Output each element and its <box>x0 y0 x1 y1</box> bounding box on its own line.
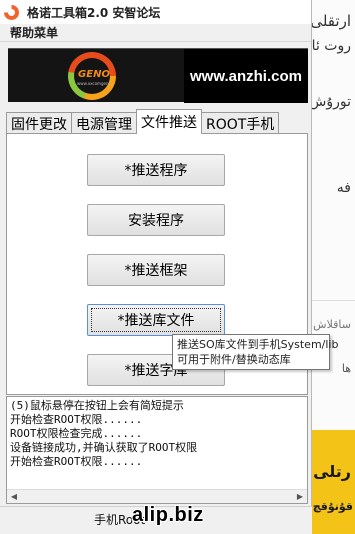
push-library-button[interactable]: *推送库文件 <box>87 304 225 336</box>
tooltip-line: 可用于附件/替换动态库 <box>177 353 291 366</box>
log-line: 开始检查ROOT权限...... <box>10 455 143 468</box>
background-banner <box>312 430 355 534</box>
background-text: تورۇش <box>309 94 351 110</box>
tooltip: 推送SO库文件到手机System/lib 可用于附件/替换动态库 <box>172 334 339 370</box>
background-text: ها <box>341 362 351 375</box>
menu-help[interactable]: 帮助菜单 <box>10 24 58 41</box>
header-banner: GENO www.xxcomgeno www.anzhi.com <box>8 48 308 103</box>
log-line: 设备链接成功,并确认获取了ROOT权限 <box>10 441 198 454</box>
log-line: ROOT权限检查完成...... <box>10 427 143 440</box>
horizontal-scrollbar[interactable]: ◀ ▶ <box>7 489 307 503</box>
scroll-left-icon[interactable]: ◀ <box>7 490 21 503</box>
title-bar[interactable]: 格诺工具箱2.0 安智论坛 <box>0 0 311 24</box>
logo-subtext: www.xxcomgeno <box>77 81 111 86</box>
menu-bar: 帮助菜单 <box>0 24 311 42</box>
log-line: 开始检查ROOT权限...... <box>10 413 143 426</box>
tab-root[interactable]: ROOT手机 <box>201 112 280 134</box>
app-window: 格诺工具箱2.0 安智论坛 帮助菜单 GENO www.xxcomgeno ww… <box>0 0 312 534</box>
site-url-label: www.anzhi.com <box>184 49 308 103</box>
install-app-button[interactable]: 安装程序 <box>87 204 225 236</box>
tab-file-push[interactable]: 文件推送 <box>136 109 202 134</box>
background-banner-text: رتلى <box>313 462 351 481</box>
background-text: روت ئا <box>311 38 351 54</box>
tooltip-line: 推送SO库文件到手机System/lib <box>177 338 339 351</box>
log-output[interactable]: (5)鼠标悬停在按钮上会有简短提示 开始检查ROOT权限...... ROOT权… <box>6 396 308 504</box>
background-banner-text: قۇنۇقچ <box>312 500 353 513</box>
background-text: ساقلاش <box>313 318 351 331</box>
background-text: ارتقلى <box>310 12 351 30</box>
tab-firmware[interactable]: 固件更改 <box>6 112 72 134</box>
scroll-right-icon[interactable]: ▶ <box>293 490 307 503</box>
window-title: 格诺工具箱2.0 安智论坛 <box>27 5 161 20</box>
push-framework-button[interactable]: *推送框架 <box>87 254 225 286</box>
push-app-button[interactable]: *推送程序 <box>87 154 225 186</box>
tab-strip: 固件更改 电源管理 文件推送 ROOT手机 <box>6 109 280 134</box>
app-logo-icon <box>4 4 19 20</box>
tab-power[interactable]: 电源管理 <box>71 112 137 134</box>
watermark-text: alip.biz <box>132 504 204 526</box>
logo-text: GENO <box>78 69 110 80</box>
background-divider <box>310 300 355 301</box>
log-lines: (5)鼠标悬停在按钮上会有简短提示 开始检查ROOT权限...... ROOT权… <box>10 399 290 469</box>
log-line: (5)鼠标悬停在按钮上会有简短提示 <box>10 399 184 412</box>
background-text: فه <box>336 180 351 196</box>
